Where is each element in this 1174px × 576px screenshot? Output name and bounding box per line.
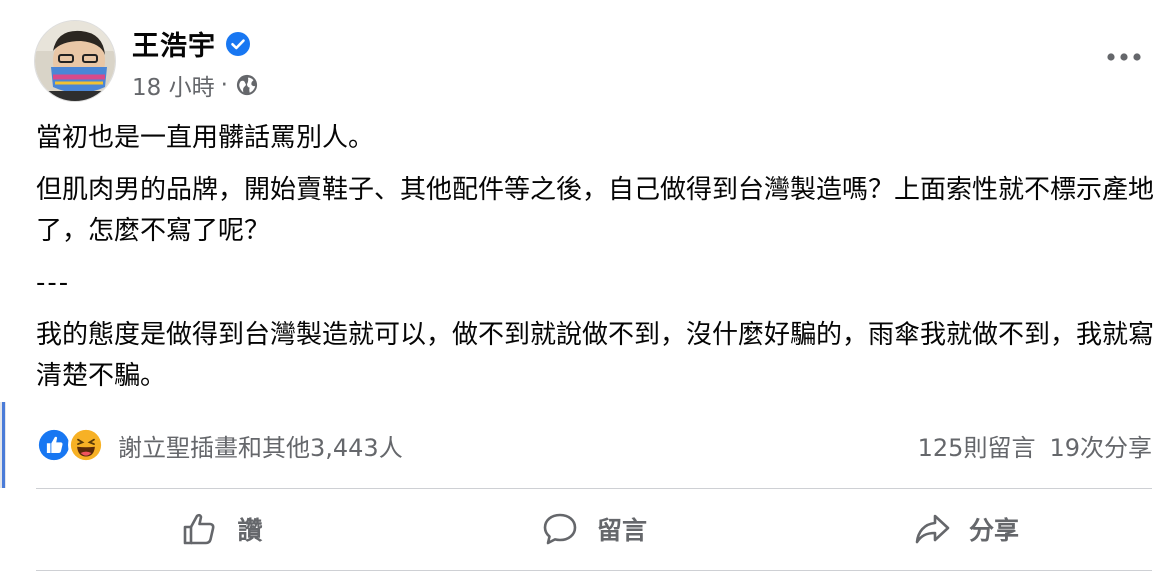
verified-badge-icon [226, 31, 250, 56]
divider [36, 488, 1152, 489]
post-timestamp[interactable]: 18 小時 [132, 68, 215, 102]
post-paragraph: 當初也是一直用髒話罵別人。 [36, 123, 375, 153]
share-arrow-icon [915, 514, 950, 544]
more-options-button[interactable] [1104, 42, 1144, 72]
divider [36, 570, 1152, 571]
post-body: 當初也是一直用髒話罵別人。 但肌肉男的品牌，開始賣鞋子、其他配件等之後，自己做得… [36, 118, 1156, 408]
globe-icon[interactable] [236, 74, 258, 96]
comment-bubble-icon [543, 513, 577, 545]
reaction-icons[interactable] [36, 427, 104, 463]
post-paragraph: --- [36, 268, 71, 298]
post-meta: 18 小時 · [132, 68, 258, 102]
engagement-counts: 125則留言 19次分享 [904, 428, 1152, 463]
author-row: 王浩宇 [132, 24, 250, 63]
thumbs-up-icon [184, 513, 215, 545]
like-icon [36, 427, 72, 463]
comment-button[interactable]: 留言 [408, 490, 780, 568]
more-dots-icon [1107, 53, 1141, 61]
post-paragraph: 我的態度是做得到台灣製造就可以，做不到就說做不到，沒什麼好騙的，雨傘我就做不到，… [36, 320, 1155, 391]
comment-count[interactable]: 125則留言 [918, 428, 1036, 463]
share-count[interactable]: 19次分享 [1049, 428, 1152, 463]
author-name[interactable]: 王浩宇 [132, 24, 216, 63]
haha-icon [68, 427, 104, 463]
left-accent-highlight [2, 402, 5, 488]
meta-separator: · [220, 72, 228, 98]
action-bar: 讚 留言 分享 [36, 490, 1152, 568]
avatar[interactable] [34, 20, 116, 102]
like-label: 讚 [237, 516, 263, 545]
comment-label: 留言 [596, 516, 647, 545]
reaction-bar: 謝立聖插畫和其他3,443人 125則留言 19次分享 [36, 420, 1152, 470]
post-paragraph: 但肌肉男的品牌，開始賣鞋子、其他配件等之後，自己做得到台灣製造嗎？上面索性就不標… [36, 175, 1155, 246]
like-button[interactable]: 讚 [36, 490, 408, 568]
share-button[interactable]: 分享 [780, 490, 1152, 568]
reaction-summary[interactable]: 謝立聖插畫和其他3,443人 [118, 428, 403, 463]
share-label: 分享 [968, 516, 1019, 545]
post-header: 王浩宇 18 小時 · [34, 20, 1144, 102]
